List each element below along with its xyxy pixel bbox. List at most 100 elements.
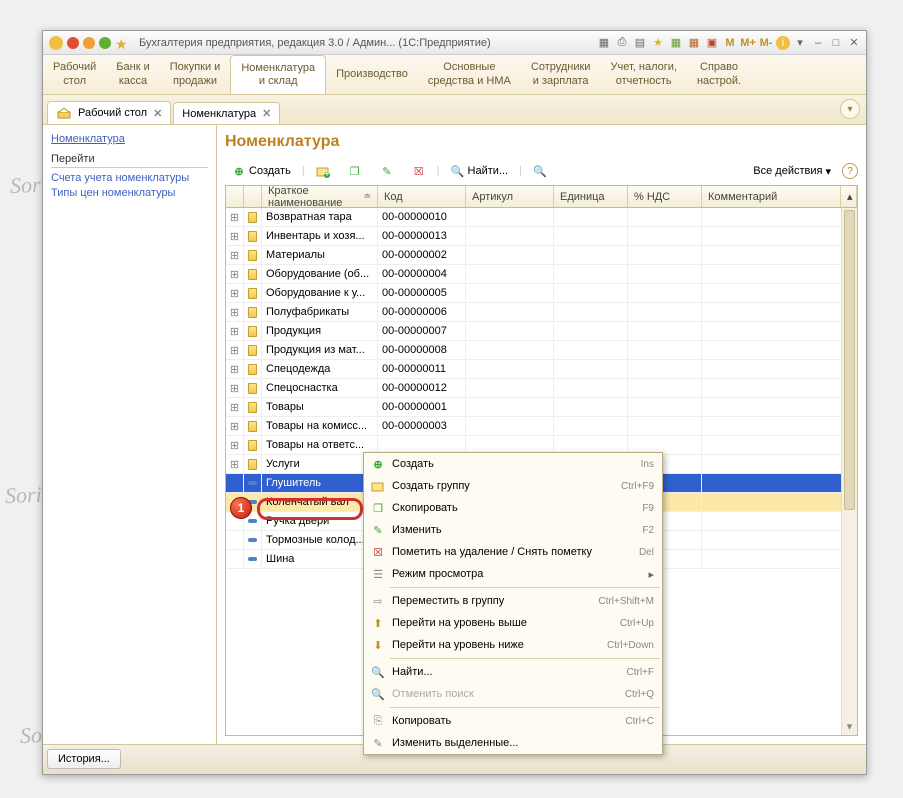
find-button[interactable]: 🔍 Найти... xyxy=(444,160,516,182)
ctx-скопировать[interactable]: ❐СкопироватьF9 xyxy=(364,497,662,519)
expand-icon[interactable] xyxy=(226,474,244,492)
menu-item-5[interactable]: Основныесредства и НМА xyxy=(418,55,521,94)
nav-refresh-icon[interactable] xyxy=(99,37,111,49)
scrollbar-v[interactable]: ▾ xyxy=(841,208,857,735)
table-row[interactable]: ⊞Материалы00-00000002 xyxy=(226,246,857,265)
table-row[interactable]: ⊞Оборудование к у...00-00000005 xyxy=(226,284,857,303)
table-row[interactable]: ⊞Продукция из мат...00-00000008 xyxy=(226,341,857,360)
expand-icon[interactable]: ⊞ xyxy=(226,360,244,378)
menu-item-3[interactable]: Номенклатураи склад xyxy=(230,55,326,94)
menu-item-0[interactable]: Рабочийстол xyxy=(43,55,106,94)
col-name[interactable]: Краткое наименование≐ xyxy=(262,186,378,207)
menu-item-1[interactable]: Банк икасса xyxy=(106,55,159,94)
table-row[interactable]: ⊞Полуфабрикаты00-00000006 xyxy=(226,303,857,322)
menu-item-4[interactable]: Производство xyxy=(326,55,418,94)
ctx-режим-просмотра[interactable]: ☰Режим просмотра▸ xyxy=(364,563,662,585)
ctx-перейти-на-уровень-ниже[interactable]: ⬇Перейти на уровень нижеCtrl+Down xyxy=(364,634,662,656)
tab-close-icon[interactable]: ✕ xyxy=(153,107,162,120)
tab-close-icon[interactable]: ✕ xyxy=(262,107,271,120)
expand-icon[interactable] xyxy=(226,550,244,568)
expand-icon[interactable]: ⊞ xyxy=(226,417,244,435)
edit-button[interactable]: ✎ xyxy=(373,160,401,182)
history-button[interactable]: История... xyxy=(47,749,121,769)
delete-button[interactable]: ☒ xyxy=(405,160,433,182)
ctx-перейти-на-уровень-выше[interactable]: ⬆Перейти на уровень вышеCtrl+Up xyxy=(364,612,662,634)
info-icon[interactable]: i xyxy=(776,36,790,50)
create-button[interactable]: ⊕ Создать xyxy=(225,160,298,182)
expand-icon[interactable]: ⊞ xyxy=(226,436,244,454)
create-folder-button[interactable]: + xyxy=(309,160,337,182)
ctx-переместить-в-группу[interactable]: ⇨Переместить в группуCtrl+Shift+M xyxy=(364,590,662,612)
sidebar-title[interactable]: Номенклатура xyxy=(51,133,208,145)
col-article[interactable]: Артикул xyxy=(466,186,554,207)
print-icon[interactable]: ⎙ xyxy=(614,36,630,50)
dropdown-icon[interactable]: ▾ xyxy=(792,36,808,50)
expand-icon[interactable]: ⊞ xyxy=(226,322,244,340)
table-row[interactable]: ⊞Продукция00-00000007 xyxy=(226,322,857,341)
calc-icon[interactable]: ▦ xyxy=(686,36,702,50)
table-row[interactable]: ⊞Товары00-00000001 xyxy=(226,398,857,417)
menu-item-6[interactable]: Сотрудникии зарплата xyxy=(521,55,601,94)
sidebar-link-prices[interactable]: Типы цен номенклатуры xyxy=(51,187,208,199)
cell-code: 00-00000010 xyxy=(378,208,466,226)
expand-icon[interactable]: ⊞ xyxy=(226,284,244,302)
col-code[interactable]: Код xyxy=(378,186,466,207)
ctx-найти---[interactable]: 🔍Найти...Ctrl+F xyxy=(364,661,662,683)
col-comment[interactable]: Комментарий xyxy=(702,186,841,207)
table-row[interactable]: ⊞Товары на комисс...00-00000003 xyxy=(226,417,857,436)
ctx-label: Перейти на уровень ниже xyxy=(388,639,607,651)
help-button[interactable]: ? xyxy=(842,163,858,179)
nav-back-icon[interactable] xyxy=(67,37,79,49)
copy-icon: ⎘ xyxy=(368,715,388,728)
expand-icon[interactable]: ⊞ xyxy=(226,227,244,245)
expand-icon[interactable]: ⊞ xyxy=(226,208,244,226)
tool-icon-3[interactable]: ▤ xyxy=(632,36,648,50)
menu-item-8[interactable]: Справонастрой. xyxy=(687,55,751,94)
tool-icon-5[interactable]: ▦ xyxy=(668,36,684,50)
tab-desktop[interactable]: Рабочий стол ✕ xyxy=(47,101,171,124)
expand-icon[interactable]: ⊞ xyxy=(226,455,244,473)
ctx-копировать[interactable]: ⎘КопироватьCtrl+C xyxy=(364,710,662,732)
ctx-пометить-на-удаление---снять-пометку[interactable]: ☒Пометить на удаление / Снять пометкуDel xyxy=(364,541,662,563)
expand-icon[interactable]: ⊞ xyxy=(226,398,244,416)
table-row[interactable]: ⊞Спецоснастка00-00000012 xyxy=(226,379,857,398)
tab-nomenclature[interactable]: Номенклатура ✕ xyxy=(173,102,280,124)
table-row[interactable]: ⊞Возвратная тара00-00000010 xyxy=(226,208,857,227)
ctx-создать-группу[interactable]: Создать группуCtrl+F9 xyxy=(364,475,662,497)
all-actions-button[interactable]: Все действия ▾ xyxy=(746,160,838,182)
maximize-btn[interactable]: □ xyxy=(828,36,844,50)
fav-icon[interactable]: ★ xyxy=(650,36,666,50)
m-plus-btn[interactable]: M+ xyxy=(740,36,756,50)
ctx-изменить-выделенные---[interactable]: ✎Изменить выделенные... xyxy=(364,732,662,754)
expand-icon[interactable]: ⊞ xyxy=(226,303,244,321)
m-btn[interactable]: M xyxy=(722,36,738,50)
expand-icon[interactable]: ⊞ xyxy=(226,265,244,283)
table-row[interactable]: ⊞Оборудование (об...00-00000004 xyxy=(226,265,857,284)
expand-icon[interactable]: ⊞ xyxy=(226,246,244,264)
search-cancel-button[interactable]: 🔍 xyxy=(526,160,554,182)
scroll-thumb[interactable] xyxy=(844,210,855,510)
expand-icon[interactable]: ⊞ xyxy=(226,341,244,359)
m-minus-btn[interactable]: M- xyxy=(758,36,774,50)
table-row[interactable]: ⊞Инвентарь и хозя...00-00000013 xyxy=(226,227,857,246)
menu-item-2[interactable]: Покупки ипродажи xyxy=(160,55,231,94)
star-icon[interactable]: ★ xyxy=(115,36,129,50)
collapse-icon[interactable]: ▾ xyxy=(840,99,860,119)
nav-fwd-icon[interactable] xyxy=(83,37,95,49)
scroll-down-icon[interactable]: ▾ xyxy=(842,720,857,733)
minimize-btn[interactable]: – xyxy=(810,36,826,50)
col-scroll-up[interactable]: ▴ xyxy=(841,186,857,207)
close-btn[interactable]: ✕ xyxy=(846,36,862,50)
col-unit[interactable]: Единица xyxy=(554,186,628,207)
copy-button[interactable]: ❐ xyxy=(341,160,369,182)
calendar-icon[interactable]: ▣ xyxy=(704,36,720,50)
menu-item-7[interactable]: Учет, налоги,отчетность xyxy=(600,55,686,94)
col-nds[interactable]: % НДС xyxy=(628,186,702,207)
sidebar-link-accounts[interactable]: Счета учета номенклатуры xyxy=(51,172,208,184)
expand-icon[interactable]: ⊞ xyxy=(226,379,244,397)
expand-icon[interactable] xyxy=(226,531,244,549)
tool-icon-1[interactable]: ▦ xyxy=(596,36,612,50)
table-row[interactable]: ⊞Спецодежда00-00000011 xyxy=(226,360,857,379)
ctx-создать[interactable]: ⊕СоздатьIns xyxy=(364,453,662,475)
ctx-изменить[interactable]: ✎ИзменитьF2 xyxy=(364,519,662,541)
